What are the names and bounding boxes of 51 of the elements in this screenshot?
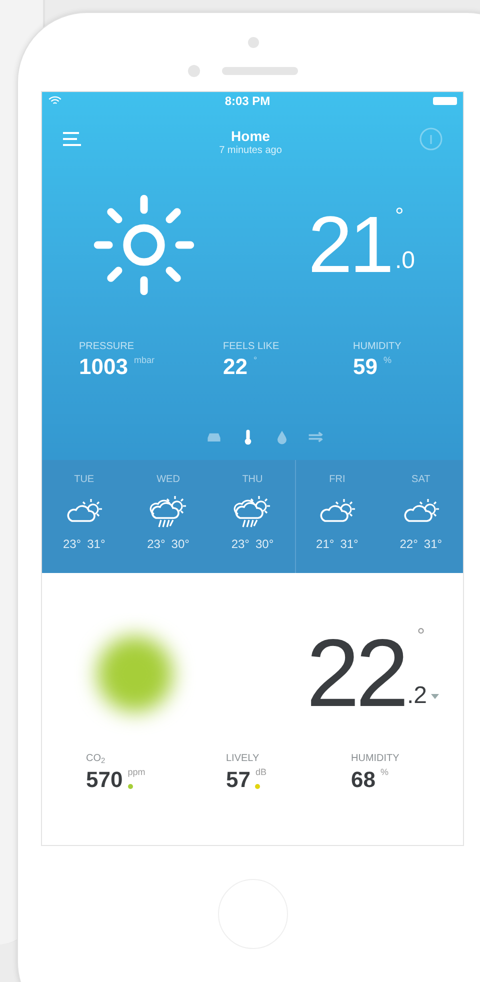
high-temperature: 30° [255, 536, 274, 553]
camera-icon [248, 37, 258, 48]
low-temperature: 23° [231, 536, 250, 553]
stat-value: 22 [223, 354, 248, 380]
sun-icon [92, 193, 196, 297]
day-label: WED [156, 473, 180, 487]
low-temperature: 23° [62, 536, 82, 553]
indoor-temperature: 22 [306, 626, 405, 722]
stat-label: FEELS LIKE [223, 340, 280, 354]
stat-label: LIVELY [226, 752, 260, 766]
degree-symbol: ° [416, 626, 425, 646]
low-temperature: 22° [400, 536, 418, 553]
stat-unit: ppm [128, 766, 146, 779]
high-temperature: 31° [424, 536, 442, 553]
low-temperature: 23° [147, 536, 166, 553]
outdoor-temperature: 21 [308, 205, 391, 285]
stat-value: 570 [86, 766, 123, 794]
stat-unit: mbar [134, 354, 154, 367]
stat-value: 68 [351, 766, 376, 794]
low-temperature: 21° [316, 536, 334, 553]
sensor-icon [188, 65, 200, 77]
high-temperature: 30° [171, 536, 190, 553]
stat-unit: dB [255, 766, 266, 779]
high-temperature: 31° [340, 536, 358, 553]
info-icon[interactable] [418, 127, 443, 151]
stat-unit: ° [253, 354, 258, 367]
day-label: FRI [329, 473, 346, 487]
stat-unit: % [383, 354, 392, 367]
stat-label: PRESSURE [79, 340, 136, 354]
caret-icon[interactable] [431, 694, 439, 698]
stat-label: CO$_{2}$ [86, 752, 106, 766]
stat-label: HUMIDITY [351, 752, 400, 766]
status-time: 8:03 PM [224, 93, 270, 110]
day-label: TUE [74, 473, 94, 487]
speaker-icon [222, 67, 298, 75]
wifi-icon [48, 96, 62, 106]
location-title: Home [231, 127, 270, 145]
stat-value: 59 [353, 354, 378, 380]
degree-symbol: ° [394, 205, 404, 227]
temperature-decimal: .0 [394, 249, 415, 273]
updated-time: 7 minutes ago [219, 145, 282, 157]
stat-unit: % [380, 766, 388, 779]
day-label: SAT [412, 473, 430, 487]
temperature-decimal: .2 [406, 684, 427, 708]
menu-icon[interactable] [62, 131, 82, 147]
stat-value: 1003 [79, 354, 128, 380]
day-label: THU [242, 473, 263, 487]
battery-icon [432, 97, 457, 105]
stat-label: HUMIDITY [353, 340, 402, 354]
stat-value: 57 [226, 766, 250, 794]
high-temperature: 31° [87, 536, 106, 553]
